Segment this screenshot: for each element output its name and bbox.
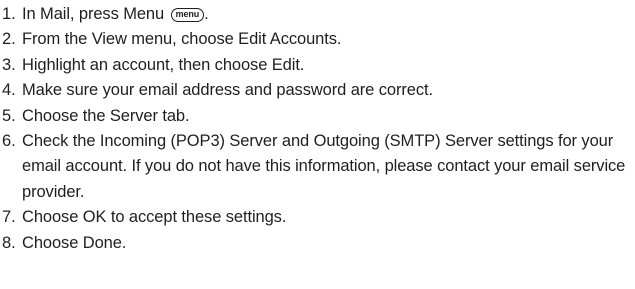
step-4: 4. Make sure your email address and pass… — [2, 78, 630, 103]
step-number: 2. — [2, 30, 16, 49]
step-number: 5. — [2, 106, 16, 125]
instruction-list: 1. In Mail, press Menu menu. 2. From the… — [2, 2, 630, 256]
step-1-text: In Mail, press Menu — [22, 5, 165, 23]
step-number: 7. — [2, 208, 16, 227]
step-text: Highlight an account, then choose Edit. — [22, 55, 305, 74]
step-2: 2. From the View menu, choose Edit Accou… — [2, 27, 630, 52]
step-number: 8. — [2, 233, 16, 252]
step-number: 1. — [2, 5, 16, 23]
step-text: Make sure your email address and passwor… — [22, 81, 433, 100]
step-7: 7. Choose OK to accept these settings. — [2, 205, 630, 230]
step-number: 3. — [2, 55, 16, 74]
step-1-suffix: . — [204, 5, 209, 23]
step-8: 8. Choose Done. — [2, 231, 630, 256]
step-number: 6. — [2, 132, 16, 151]
step-text: From the View menu, choose Edit Accounts… — [22, 30, 342, 49]
step-text: In Mail, press Menu menu. — [22, 2, 630, 27]
step-6: 6. Check the Incoming (POP3) Server and … — [2, 129, 630, 205]
step-text: Choose Done. — [22, 233, 127, 252]
step-text: Choose the Server tab. — [22, 106, 190, 125]
step-5: 5. Choose the Server tab. — [2, 104, 630, 129]
menu-key-icon: menu — [170, 8, 205, 22]
step-text: Choose OK to accept these settings. — [22, 208, 287, 227]
step-1: 1. In Mail, press Menu menu. — [2, 2, 630, 27]
step-number: 4. — [2, 81, 16, 100]
step-text: Check the Incoming (POP3) Server and Out… — [22, 132, 626, 201]
step-3: 3. Highlight an account, then choose Edi… — [2, 53, 630, 78]
